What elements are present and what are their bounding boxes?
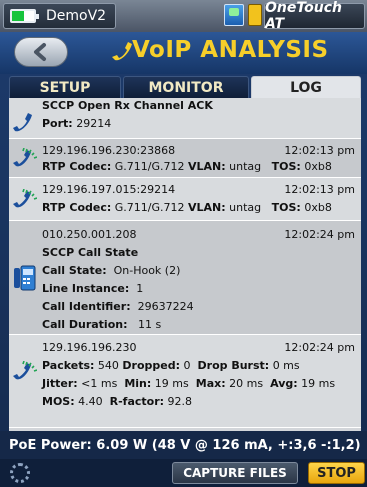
capture-files-button[interactable]: CAPTURE FILES [172, 462, 298, 484]
codec-label: RTP Codec: [42, 201, 112, 214]
call-duration-value: 11 s [138, 318, 162, 331]
line-instance-value: 1 [136, 282, 144, 295]
log-entry[interactable]: SCCP Open Rx Channel ACK Port: 29214 [9, 98, 361, 139]
call-state-value: On-Hook (2) [113, 264, 181, 277]
tos-label: TOS: [271, 160, 301, 173]
log-entry[interactable]: 129.196.196.230 12:02:24 pm Packets: 540… [9, 335, 361, 428]
poe-power-status: PoE Power: 6.09 W (48 V @ 126 mA, +:3,6 … [0, 431, 367, 459]
page-title: VoIP ANALYSIS [132, 37, 329, 63]
avg-value: 19 ms [301, 377, 336, 390]
battery-icon [10, 9, 39, 23]
rtp-stream-icon [13, 148, 37, 167]
rtp-stream-icon [13, 361, 37, 380]
codec-value: G.711/G.712 [114, 201, 185, 214]
profile-button[interactable]: DemoV2 [3, 3, 116, 29]
jitter-label: Jitter: [42, 377, 78, 390]
phone-handset-icon [13, 113, 32, 132]
codec-label: RTP Codec: [42, 160, 112, 173]
log-list[interactable]: SCCP Open Rx Channel ACK Port: 29214 129… [9, 98, 361, 431]
profile-name: DemoV2 [46, 8, 107, 24]
log-entry-address: 129.196.196.230:23868 [42, 144, 176, 157]
min-value: 19 ms [154, 377, 189, 390]
log-entry[interactable]: 129.196.196.230:23868 12:02:13 pm RTP Co… [9, 139, 361, 178]
log-entry-time: 12:02:24 pm [284, 228, 355, 241]
log-entry-time: 12:02:13 pm [284, 144, 355, 157]
max-value: 20 ms [229, 377, 264, 390]
port-value: 29214 [76, 117, 112, 130]
avg-label: Avg: [270, 377, 298, 390]
back-button[interactable] [14, 37, 68, 67]
log-entry-address: 129.196.196.230 [42, 341, 137, 354]
device-name[interactable]: OneTouch AT [264, 0, 365, 32]
min-label: Min: [124, 377, 152, 390]
tos-label: TOS: [271, 201, 301, 214]
tos-value: 0xb8 [304, 201, 332, 214]
call-duration-label: Call Duration: [42, 318, 128, 331]
stop-button[interactable]: STOP [308, 462, 365, 484]
packets-value: 540 [97, 359, 119, 372]
jitter-value: <1 ms [81, 377, 118, 390]
log-entry[interactable]: 129.196.197.015:29214 12:02:13 pm RTP Co… [9, 178, 361, 221]
rtp-stream-icon [13, 189, 37, 208]
call-state-label: Call State: [42, 264, 107, 277]
line-instance-label: Line Instance: [42, 282, 130, 295]
activity-spinner-icon [10, 463, 30, 483]
max-label: Max: [195, 377, 226, 390]
back-arrow-icon [34, 43, 46, 61]
bottom-bar: CAPTURE FILES STOP [0, 459, 367, 487]
vlan-value: untag [229, 201, 262, 214]
dropped-label: Dropped: [122, 359, 181, 372]
log-entry-title: SCCP Call State [42, 246, 139, 259]
r-factor-value: 92.8 [167, 395, 193, 408]
tab-log[interactable]: LOG [251, 76, 361, 98]
tab-monitor[interactable]: MONITOR [123, 76, 249, 98]
log-entry-title: SCCP Open Rx Channel ACK [42, 99, 213, 112]
network-icon[interactable] [224, 4, 244, 26]
log-entry[interactable]: 010.250.001.208 12:02:24 pm SCCP Call St… [9, 221, 361, 335]
call-identifier-value: 29637224 [137, 300, 194, 313]
port-label: Port: [42, 117, 73, 130]
tos-value: 0xb8 [304, 160, 332, 173]
vlan-value: untag [229, 160, 262, 173]
usb-icon[interactable] [248, 4, 262, 26]
tab-bar: SETUP MONITOR LOG [9, 76, 361, 98]
codec-value: G.711/G.712 [114, 160, 185, 173]
log-entry-time: 12:02:13 pm [284, 183, 355, 196]
mos-label: MOS: [42, 395, 75, 408]
status-bar: DemoV2 OneTouch AT [0, 0, 367, 32]
mos-value: 4.40 [78, 395, 103, 408]
screen: DemoV2 OneTouch AT VoIP ANALYSIS SETUP M… [0, 0, 367, 487]
log-entry-address: 010.250.001.208 [42, 228, 137, 241]
drop-burst-value: 0 ms [272, 359, 300, 372]
log-entry-time: 12:02:24 pm [284, 341, 355, 354]
packets-label: Packets: [42, 359, 95, 372]
ip-phone-icon [14, 265, 36, 291]
drop-burst-label: Drop Burst: [197, 359, 270, 372]
vlan-label: VLAN: [188, 201, 226, 214]
r-factor-label: R-factor: [109, 395, 165, 408]
tab-setup[interactable]: SETUP [9, 76, 121, 98]
phone-handset-icon [112, 42, 132, 61]
call-identifier-label: Call Identifier: [42, 300, 131, 313]
title-bar: VoIP ANALYSIS [0, 32, 367, 74]
vlan-label: VLAN: [188, 160, 226, 173]
log-entry-address: 129.196.197.015:29214 [42, 183, 176, 196]
dropped-value: 0 [183, 359, 191, 372]
